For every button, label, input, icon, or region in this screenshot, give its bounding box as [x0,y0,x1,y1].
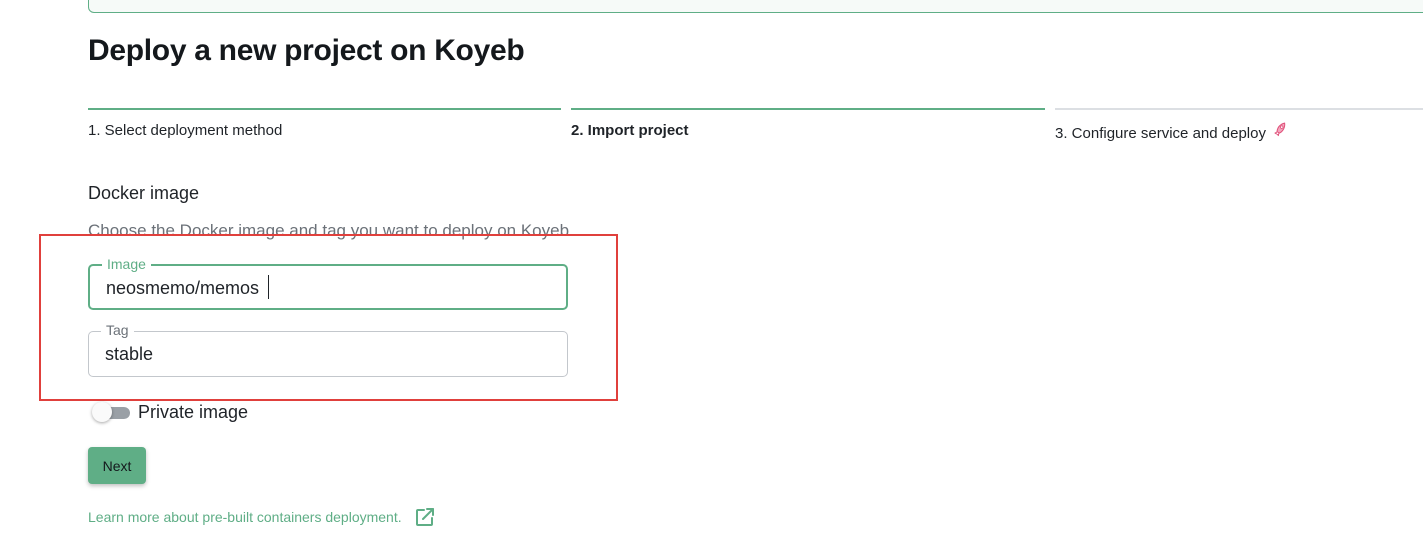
step-configure-service[interactable]: 3. Configure service and deploy [1055,108,1423,148]
tag-field-label: Tag [101,322,134,338]
image-input[interactable] [106,276,546,300]
step-progress-bar [1055,108,1423,110]
top-banner [88,0,1423,13]
learn-more-link[interactable]: Learn more about pre-built containers de… [88,509,402,525]
image-field-label: Image [102,256,151,272]
step-label: 3. Configure service and deploy [1055,122,1288,142]
step-label: 2. Import project [571,122,689,139]
toggle-thumb[interactable] [92,402,112,422]
tag-input[interactable] [105,342,545,366]
step-progress-bar [571,108,1045,110]
step-label: 1. Select deployment method [88,122,283,139]
step-progress-bar [88,108,561,110]
private-image-label: Private image [138,402,249,422]
step-import-project[interactable]: 2. Import project [571,108,1045,148]
step-select-deployment-method[interactable]: 1. Select deployment method [88,108,561,148]
stepper: 1. Select deployment method 2. Import pr… [88,108,1423,148]
tag-field: Tag [88,322,568,377]
text-cursor [268,275,269,299]
learn-more-row: Learn more about pre-built containers de… [88,506,436,528]
section-title: Docker image [88,183,200,203]
next-button[interactable]: Next [88,447,146,484]
external-link-icon[interactable] [414,506,436,528]
section-description: Choose the Docker image and tag you want… [88,221,574,240]
page-title: Deploy a new project on Koyeb [88,34,525,67]
rocket-icon [1270,121,1289,142]
image-field: Image [88,256,568,310]
